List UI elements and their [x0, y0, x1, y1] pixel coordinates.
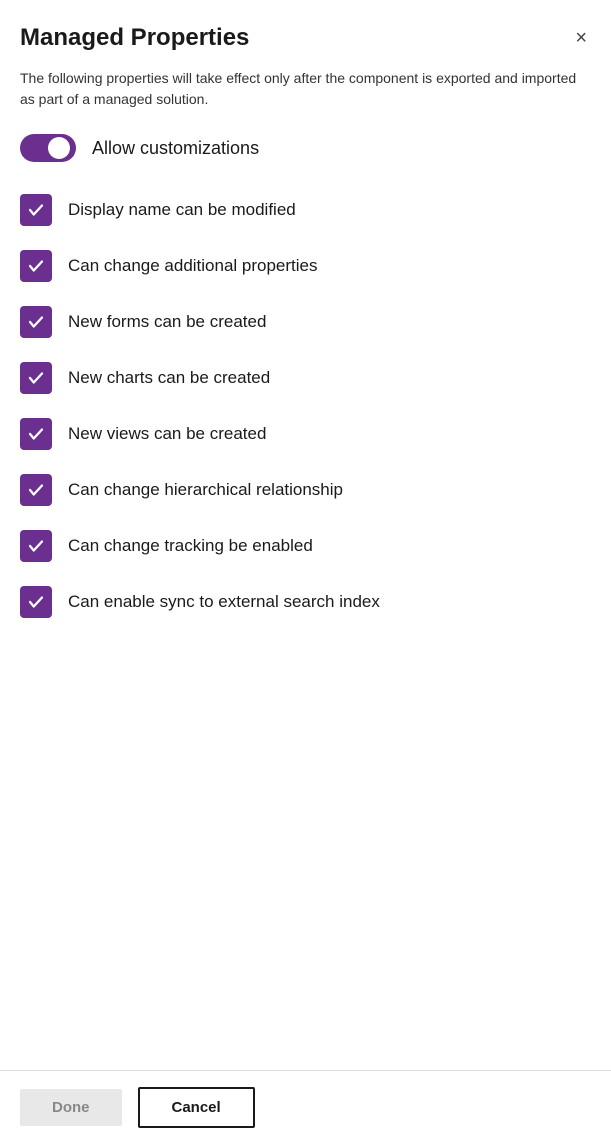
checkbox-display-name[interactable] — [20, 194, 52, 226]
checkbox-new-forms[interactable] — [20, 306, 52, 338]
checkbox-item-additional-props: Can change additional properties — [20, 238, 591, 294]
checkbox-item-hierarchical: Can change hierarchical relationship — [20, 462, 591, 518]
dialog-description: The following properties will take effec… — [20, 68, 591, 110]
checkbox-label-new-views: New views can be created — [68, 422, 266, 446]
checkbox-new-charts[interactable] — [20, 362, 52, 394]
checkbox-item-new-forms: New forms can be created — [20, 294, 591, 350]
checkbox-label-new-charts: New charts can be created — [68, 366, 270, 390]
dialog-header: Managed Properties × — [20, 24, 591, 52]
dialog-title: Managed Properties — [20, 24, 249, 52]
dialog-content: Managed Properties × The following prope… — [0, 0, 611, 1070]
allow-customizations-row: Allow customizations — [20, 134, 591, 162]
checkbox-list: Display name can be modified Can change … — [20, 182, 591, 630]
checkbox-item-sync-search: Can enable sync to external search index — [20, 574, 591, 630]
checkbox-label-display-name: Display name can be modified — [68, 198, 296, 222]
checkbox-label-new-forms: New forms can be created — [68, 310, 266, 334]
checkbox-tracking[interactable] — [20, 530, 52, 562]
checkbox-item-new-charts: New charts can be created — [20, 350, 591, 406]
checkbox-label-hierarchical: Can change hierarchical relationship — [68, 478, 343, 502]
toggle-thumb — [48, 137, 70, 159]
checkbox-new-views[interactable] — [20, 418, 52, 450]
toggle-track — [20, 134, 76, 162]
checkbox-label-tracking: Can change tracking be enabled — [68, 534, 313, 558]
toggle-switch[interactable] — [20, 134, 76, 162]
checkbox-hierarchical[interactable] — [20, 474, 52, 506]
checkbox-label-additional-props: Can change additional properties — [68, 254, 318, 278]
checkbox-item-new-views: New views can be created — [20, 406, 591, 462]
managed-properties-dialog: Managed Properties × The following prope… — [0, 0, 611, 1144]
checkbox-item-tracking: Can change tracking be enabled — [20, 518, 591, 574]
checkbox-additional-props[interactable] — [20, 250, 52, 282]
toggle-label: Allow customizations — [92, 138, 259, 159]
done-button[interactable]: Done — [20, 1089, 122, 1126]
checkbox-item-display-name: Display name can be modified — [20, 182, 591, 238]
checkbox-sync-search[interactable] — [20, 586, 52, 618]
cancel-button[interactable]: Cancel — [138, 1087, 255, 1128]
dialog-footer: Done Cancel — [0, 1070, 611, 1144]
close-button[interactable]: × — [571, 24, 591, 52]
checkbox-label-sync-search: Can enable sync to external search index — [68, 590, 380, 614]
